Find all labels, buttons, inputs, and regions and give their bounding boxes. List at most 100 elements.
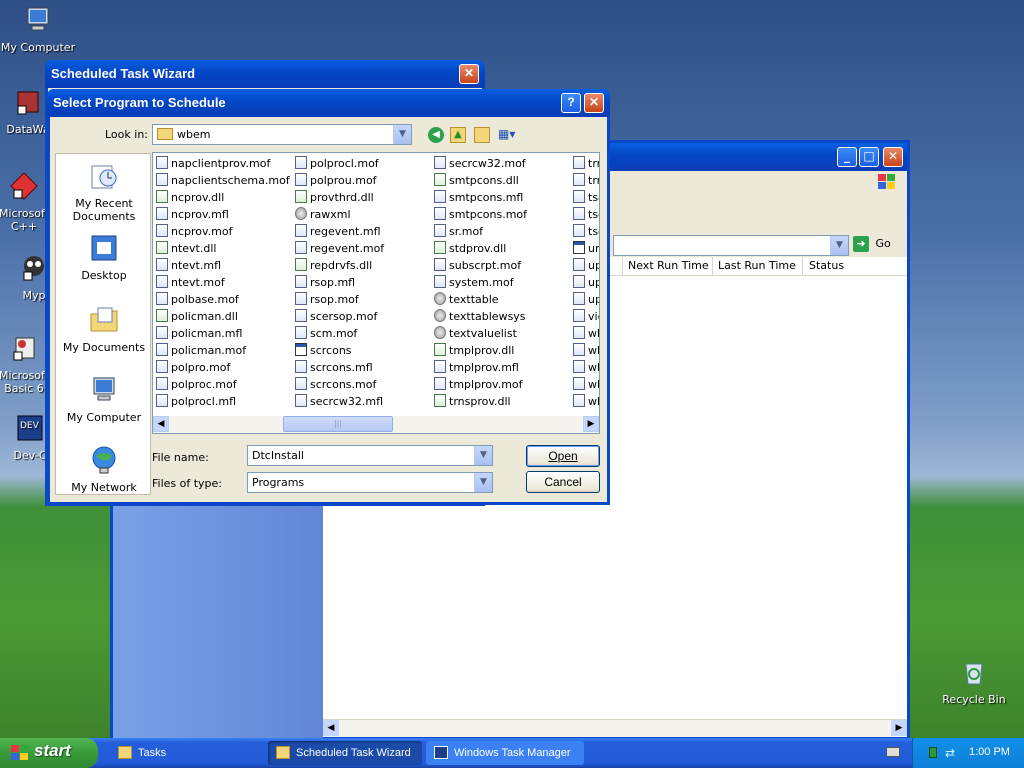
column-header-status[interactable]: Status — [809, 259, 844, 272]
file-item[interactable]: polproc.mof — [156, 376, 237, 393]
up-folder-icon[interactable]: ▲ — [450, 127, 466, 143]
file-item[interactable]: ntevt.dll — [156, 240, 216, 257]
file-item[interactable]: texttable — [434, 291, 499, 308]
tray-monitor-icon[interactable] — [929, 747, 937, 758]
file-item[interactable]: napclientschema.mof — [156, 172, 290, 189]
file-item[interactable]: secrcw32.mfl — [295, 393, 383, 410]
file-item[interactable]: ntevt.mof — [156, 274, 225, 291]
taskbar-item-task-manager[interactable]: Windows Task Manager — [426, 741, 584, 765]
file-item[interactable]: textvaluelist — [434, 325, 517, 342]
file-item[interactable]: tsc — [573, 206, 599, 223]
taskbar-item-tasks[interactable]: Tasks — [110, 741, 260, 765]
keyboard-icon[interactable] — [886, 747, 900, 757]
places-my-network[interactable]: My Network — [56, 444, 152, 494]
file-item[interactable]: wb — [573, 393, 599, 410]
file-name-field[interactable]: DtcInstall ▼ — [247, 445, 493, 466]
file-item[interactable]: rawxml — [295, 206, 351, 223]
file-item[interactable]: regevent.mfl — [295, 223, 381, 240]
file-item[interactable]: policman.mof — [156, 342, 246, 359]
file-item[interactable]: polprocl.mof — [295, 155, 379, 172]
go-button[interactable]: ➜ Go — [853, 236, 901, 254]
file-item[interactable]: tmplprov.mfl — [434, 359, 519, 376]
file-item[interactable]: scersop.mof — [295, 308, 377, 325]
file-item[interactable]: up — [573, 274, 599, 291]
file-item[interactable]: napclientprov.mof — [156, 155, 270, 172]
file-item[interactable]: scrcons — [295, 342, 352, 359]
file-item[interactable]: provthrd.dll — [295, 189, 374, 206]
file-item[interactable]: ncprov.mof — [156, 223, 232, 240]
file-item[interactable]: polpro.mof — [156, 359, 230, 376]
file-item[interactable]: ncprov.dll — [156, 189, 224, 206]
file-item[interactable]: tsc — [573, 223, 599, 240]
places-my-documents[interactable]: My Documents — [56, 304, 152, 354]
maximize-button[interactable]: □ — [859, 147, 879, 167]
horizontal-scrollbar[interactable]: ◀ ||| ▶ — [153, 416, 599, 433]
horizontal-scrollbar[interactable]: ◀ ▶ — [323, 719, 907, 737]
file-item[interactable]: wb — [573, 359, 599, 376]
file-item[interactable]: scrcons.mof — [295, 376, 376, 393]
cancel-button[interactable]: Cancel — [526, 471, 600, 493]
minimize-button[interactable]: _ — [837, 147, 857, 167]
chevron-down-icon[interactable]: ▼ — [474, 446, 492, 465]
close-button[interactable]: ✕ — [883, 147, 903, 167]
file-item[interactable]: smtpcons.mfl — [434, 189, 523, 206]
column-header-last-run[interactable]: Last Run Time — [718, 259, 796, 272]
file-item[interactable]: system.mof — [434, 274, 514, 291]
file-item[interactable]: trr — [573, 172, 599, 189]
file-item[interactable]: wb — [573, 376, 599, 393]
file-item[interactable]: tmplprov.mof — [434, 376, 523, 393]
file-item[interactable]: subscrpt.mof — [434, 257, 521, 274]
file-item[interactable]: wb — [573, 325, 599, 342]
desktop-icon-my-computer[interactable]: My Computer — [0, 4, 76, 54]
look-in-combo[interactable]: wbem ▼ — [152, 124, 412, 145]
file-item[interactable]: scm.mof — [295, 325, 357, 342]
tray-network-icon[interactable]: ⇄ — [945, 746, 955, 760]
chevron-down-icon[interactable]: ▼ — [830, 236, 848, 255]
back-icon[interactable]: ◀ — [428, 127, 444, 143]
file-item[interactable]: ntevt.mfl — [156, 257, 221, 274]
file-item[interactable]: stdprov.dll — [434, 240, 506, 257]
start-button[interactable]: start — [0, 738, 98, 768]
file-item[interactable]: trn — [573, 155, 599, 172]
scroll-left-icon[interactable]: ◀ — [153, 416, 169, 432]
file-item[interactable]: policman.dll — [156, 308, 238, 325]
view-menu-icon[interactable]: ▦▾ — [498, 127, 522, 143]
places-recent[interactable]: My Recent Documents — [56, 160, 152, 223]
file-item[interactable]: rsop.mfl — [295, 274, 355, 291]
scroll-right-icon[interactable]: ▶ — [583, 416, 599, 432]
address-combo[interactable]: ▼ — [613, 235, 849, 256]
file-item[interactable]: vie — [573, 308, 599, 325]
file-type-select[interactable]: Programs ▼ — [247, 472, 493, 493]
file-item[interactable]: tsa — [573, 189, 599, 206]
file-item[interactable]: up — [573, 257, 599, 274]
help-button[interactable]: ? — [561, 93, 581, 113]
file-item[interactable]: wb — [573, 342, 599, 359]
close-button[interactable]: ✕ — [459, 64, 479, 84]
scroll-thumb[interactable]: ||| — [283, 416, 393, 432]
file-item[interactable]: polbase.mof — [156, 291, 239, 308]
file-item[interactable]: secrcw32.mof — [434, 155, 526, 172]
file-item[interactable]: repdrvfs.dll — [295, 257, 372, 274]
places-my-computer[interactable]: My Computer — [56, 374, 152, 424]
file-item[interactable]: smtpcons.dll — [434, 172, 519, 189]
places-desktop[interactable]: Desktop — [56, 232, 152, 282]
file-item[interactable]: un — [573, 240, 599, 257]
file-item[interactable]: sr.mof — [434, 223, 483, 240]
file-item[interactable]: texttablewsys — [434, 308, 526, 325]
file-item[interactable]: scrcons.mfl — [295, 359, 373, 376]
file-item[interactable]: polprocl.mfl — [156, 393, 236, 410]
file-item[interactable]: tmplprov.dll — [434, 342, 514, 359]
chevron-down-icon[interactable]: ▼ — [474, 473, 492, 492]
file-item[interactable]: ncprov.mfl — [156, 206, 229, 223]
file-item[interactable]: regevent.mof — [295, 240, 384, 257]
chevron-down-icon[interactable]: ▼ — [393, 125, 411, 144]
taskbar-item-wizard[interactable]: Scheduled Task Wizard — [268, 741, 422, 765]
open-button[interactable]: Open — [526, 445, 600, 467]
file-item[interactable]: policman.mfl — [156, 325, 242, 342]
desktop-icon-recycle-bin[interactable]: Recycle Bin — [936, 656, 1012, 706]
file-item[interactable]: up — [573, 291, 599, 308]
file-item[interactable]: rsop.mof — [295, 291, 359, 308]
file-item[interactable]: polprou.mof — [295, 172, 377, 189]
file-item[interactable]: smtpcons.mof — [434, 206, 527, 223]
column-header-next-run[interactable]: Next Run Time — [628, 259, 709, 272]
